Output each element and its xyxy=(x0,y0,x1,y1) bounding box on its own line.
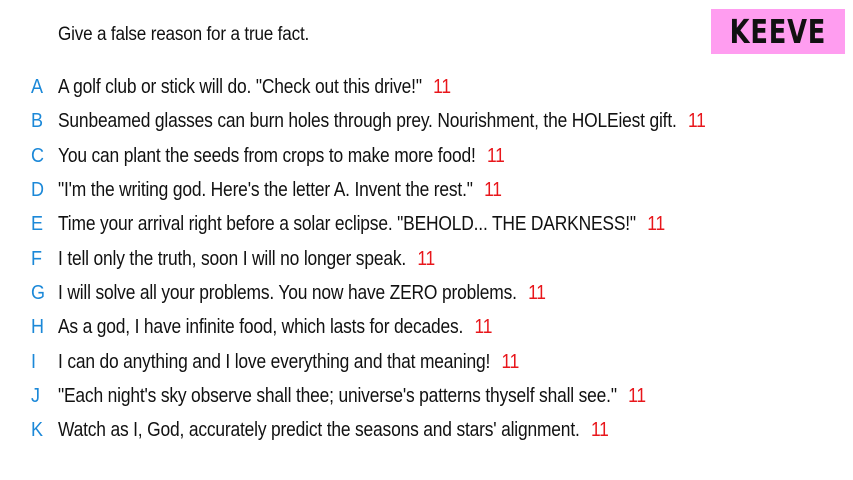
vote-count: 11 xyxy=(501,350,520,373)
answer-option-d[interactable]: D "I'm the writing god. Here's the lette… xyxy=(0,173,853,207)
vote-count: 11 xyxy=(647,213,665,236)
answer-letter: A xyxy=(31,76,44,99)
answer-letter: H xyxy=(31,316,45,339)
answer-letter: C xyxy=(31,144,45,167)
answer-letter: F xyxy=(31,247,42,270)
player-badge: KEEVE xyxy=(711,9,845,54)
vote-count: 11 xyxy=(528,281,546,304)
answer-text: "Each night's sky observe shall thee; un… xyxy=(58,384,617,407)
answer-text: I tell only the truth, soon I will no lo… xyxy=(58,247,407,270)
answer-option-b[interactable]: B Sunbeamed glasses can burn holes throu… xyxy=(0,104,853,138)
vote-count: 11 xyxy=(417,247,436,270)
vote-count: 11 xyxy=(474,316,493,339)
answer-option-f[interactable]: F I tell only the truth, soon I will no … xyxy=(0,241,853,275)
answer-option-g[interactable]: G I will solve all your problems. You no… xyxy=(0,276,853,310)
vote-count: 11 xyxy=(484,179,502,202)
answer-list: A A golf club or stick will do. "Check o… xyxy=(0,70,853,447)
answer-option-k[interactable]: K Watch as I, God, accurately predict th… xyxy=(0,413,853,447)
answer-option-j[interactable]: J "Each night's sky observe shall thee; … xyxy=(0,379,853,413)
prompt-text: Give a false reason for a true fact. xyxy=(58,24,310,45)
answer-option-i[interactable]: I I can do anything and I love everythin… xyxy=(0,344,853,378)
answer-letter: B xyxy=(31,110,44,133)
player-name: KEEVE xyxy=(729,12,827,51)
answer-option-e[interactable]: E Time your arrival right before a solar… xyxy=(0,207,853,241)
answer-text: I can do anything and I love everything … xyxy=(58,350,491,373)
vote-count: 11 xyxy=(486,144,505,167)
answer-text: Sunbeamed glasses can burn holes through… xyxy=(58,110,677,133)
answer-letter: J xyxy=(31,384,40,407)
vote-count: 11 xyxy=(433,76,451,99)
answer-text: Watch as I, God, accurately predict the … xyxy=(58,419,580,442)
answer-text: Time your arrival right before a solar e… xyxy=(58,213,636,236)
answer-text: A golf club or stick will do. "Check out… xyxy=(58,76,422,99)
answer-option-c[interactable]: C You can plant the seeds from crops to … xyxy=(0,139,853,173)
vote-count: 11 xyxy=(687,110,706,133)
answer-option-a[interactable]: A A golf club or stick will do. "Check o… xyxy=(0,70,853,104)
answer-letter: I xyxy=(31,350,37,373)
vote-count: 11 xyxy=(628,384,646,407)
vote-count: 11 xyxy=(590,419,609,442)
answer-letter: E xyxy=(31,213,44,236)
answer-letter: K xyxy=(31,419,44,442)
answer-text: I will solve all your problems. You now … xyxy=(58,281,517,304)
answer-letter: G xyxy=(31,281,46,304)
answer-text: As a god, I have infinite food, which la… xyxy=(58,316,464,339)
answer-option-h[interactable]: H As a god, I have infinite food, which … xyxy=(0,310,853,344)
answer-text: You can plant the seeds from crops to ma… xyxy=(58,144,476,167)
answer-letter: D xyxy=(31,179,45,202)
answer-text: "I'm the writing god. Here's the letter … xyxy=(58,179,473,202)
